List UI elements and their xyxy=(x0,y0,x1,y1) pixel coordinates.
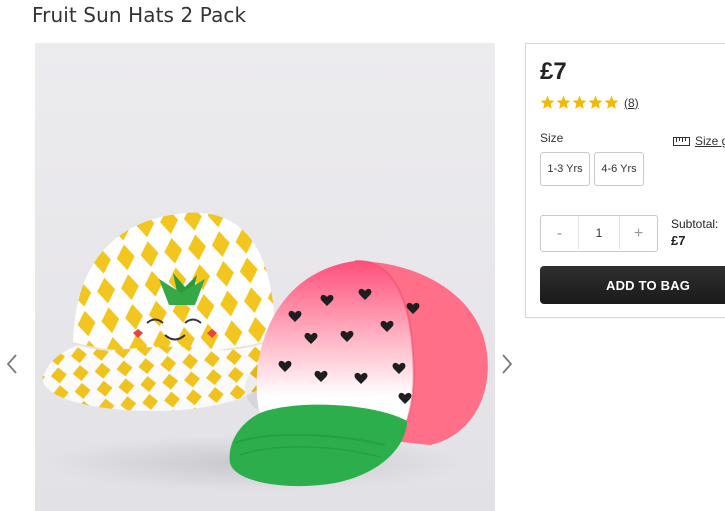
size-option-1-3-yrs[interactable]: 1-3 Yrs xyxy=(540,152,590,186)
quantity-increase-button[interactable]: + xyxy=(620,216,657,251)
quantity-stepper: - + xyxy=(540,215,658,252)
star-icon xyxy=(556,95,571,109)
size-option-4-6-yrs[interactable]: 4-6 Yrs xyxy=(594,152,644,186)
star-icon xyxy=(572,95,587,109)
star-icon xyxy=(604,95,619,109)
purchase-panel: £7 (8) Size Size g 1-3 Yrs 4-6 Yrs - + S… xyxy=(525,43,725,318)
product-image xyxy=(35,43,495,511)
ruler-icon xyxy=(673,136,690,146)
size-guide-link[interactable]: Size g xyxy=(673,134,725,148)
add-to-bag-button[interactable]: ADD TO BAG xyxy=(540,266,725,304)
price: £7 xyxy=(540,58,567,85)
rating[interactable]: (8) xyxy=(540,95,639,110)
page-title: Fruit Sun Hats 2 Pack xyxy=(32,3,247,27)
hats-illustration xyxy=(42,212,488,491)
size-label: Size xyxy=(540,131,564,145)
size-guide-label: Size g xyxy=(695,134,725,148)
quantity-decrease-button[interactable]: - xyxy=(541,216,578,251)
star-icon xyxy=(588,95,603,109)
review-count-link[interactable]: (8) xyxy=(624,96,639,110)
subtotal-value: £7 xyxy=(671,233,686,248)
subtotal-label: Subtotal: xyxy=(671,217,719,231)
star-icon xyxy=(540,95,555,109)
star-rating xyxy=(540,95,619,110)
previous-image-arrow-icon[interactable] xyxy=(5,352,19,376)
quantity-input[interactable] xyxy=(578,216,620,249)
next-image-arrow-icon[interactable] xyxy=(500,352,514,376)
size-options: 1-3 Yrs 4-6 Yrs xyxy=(540,152,644,186)
